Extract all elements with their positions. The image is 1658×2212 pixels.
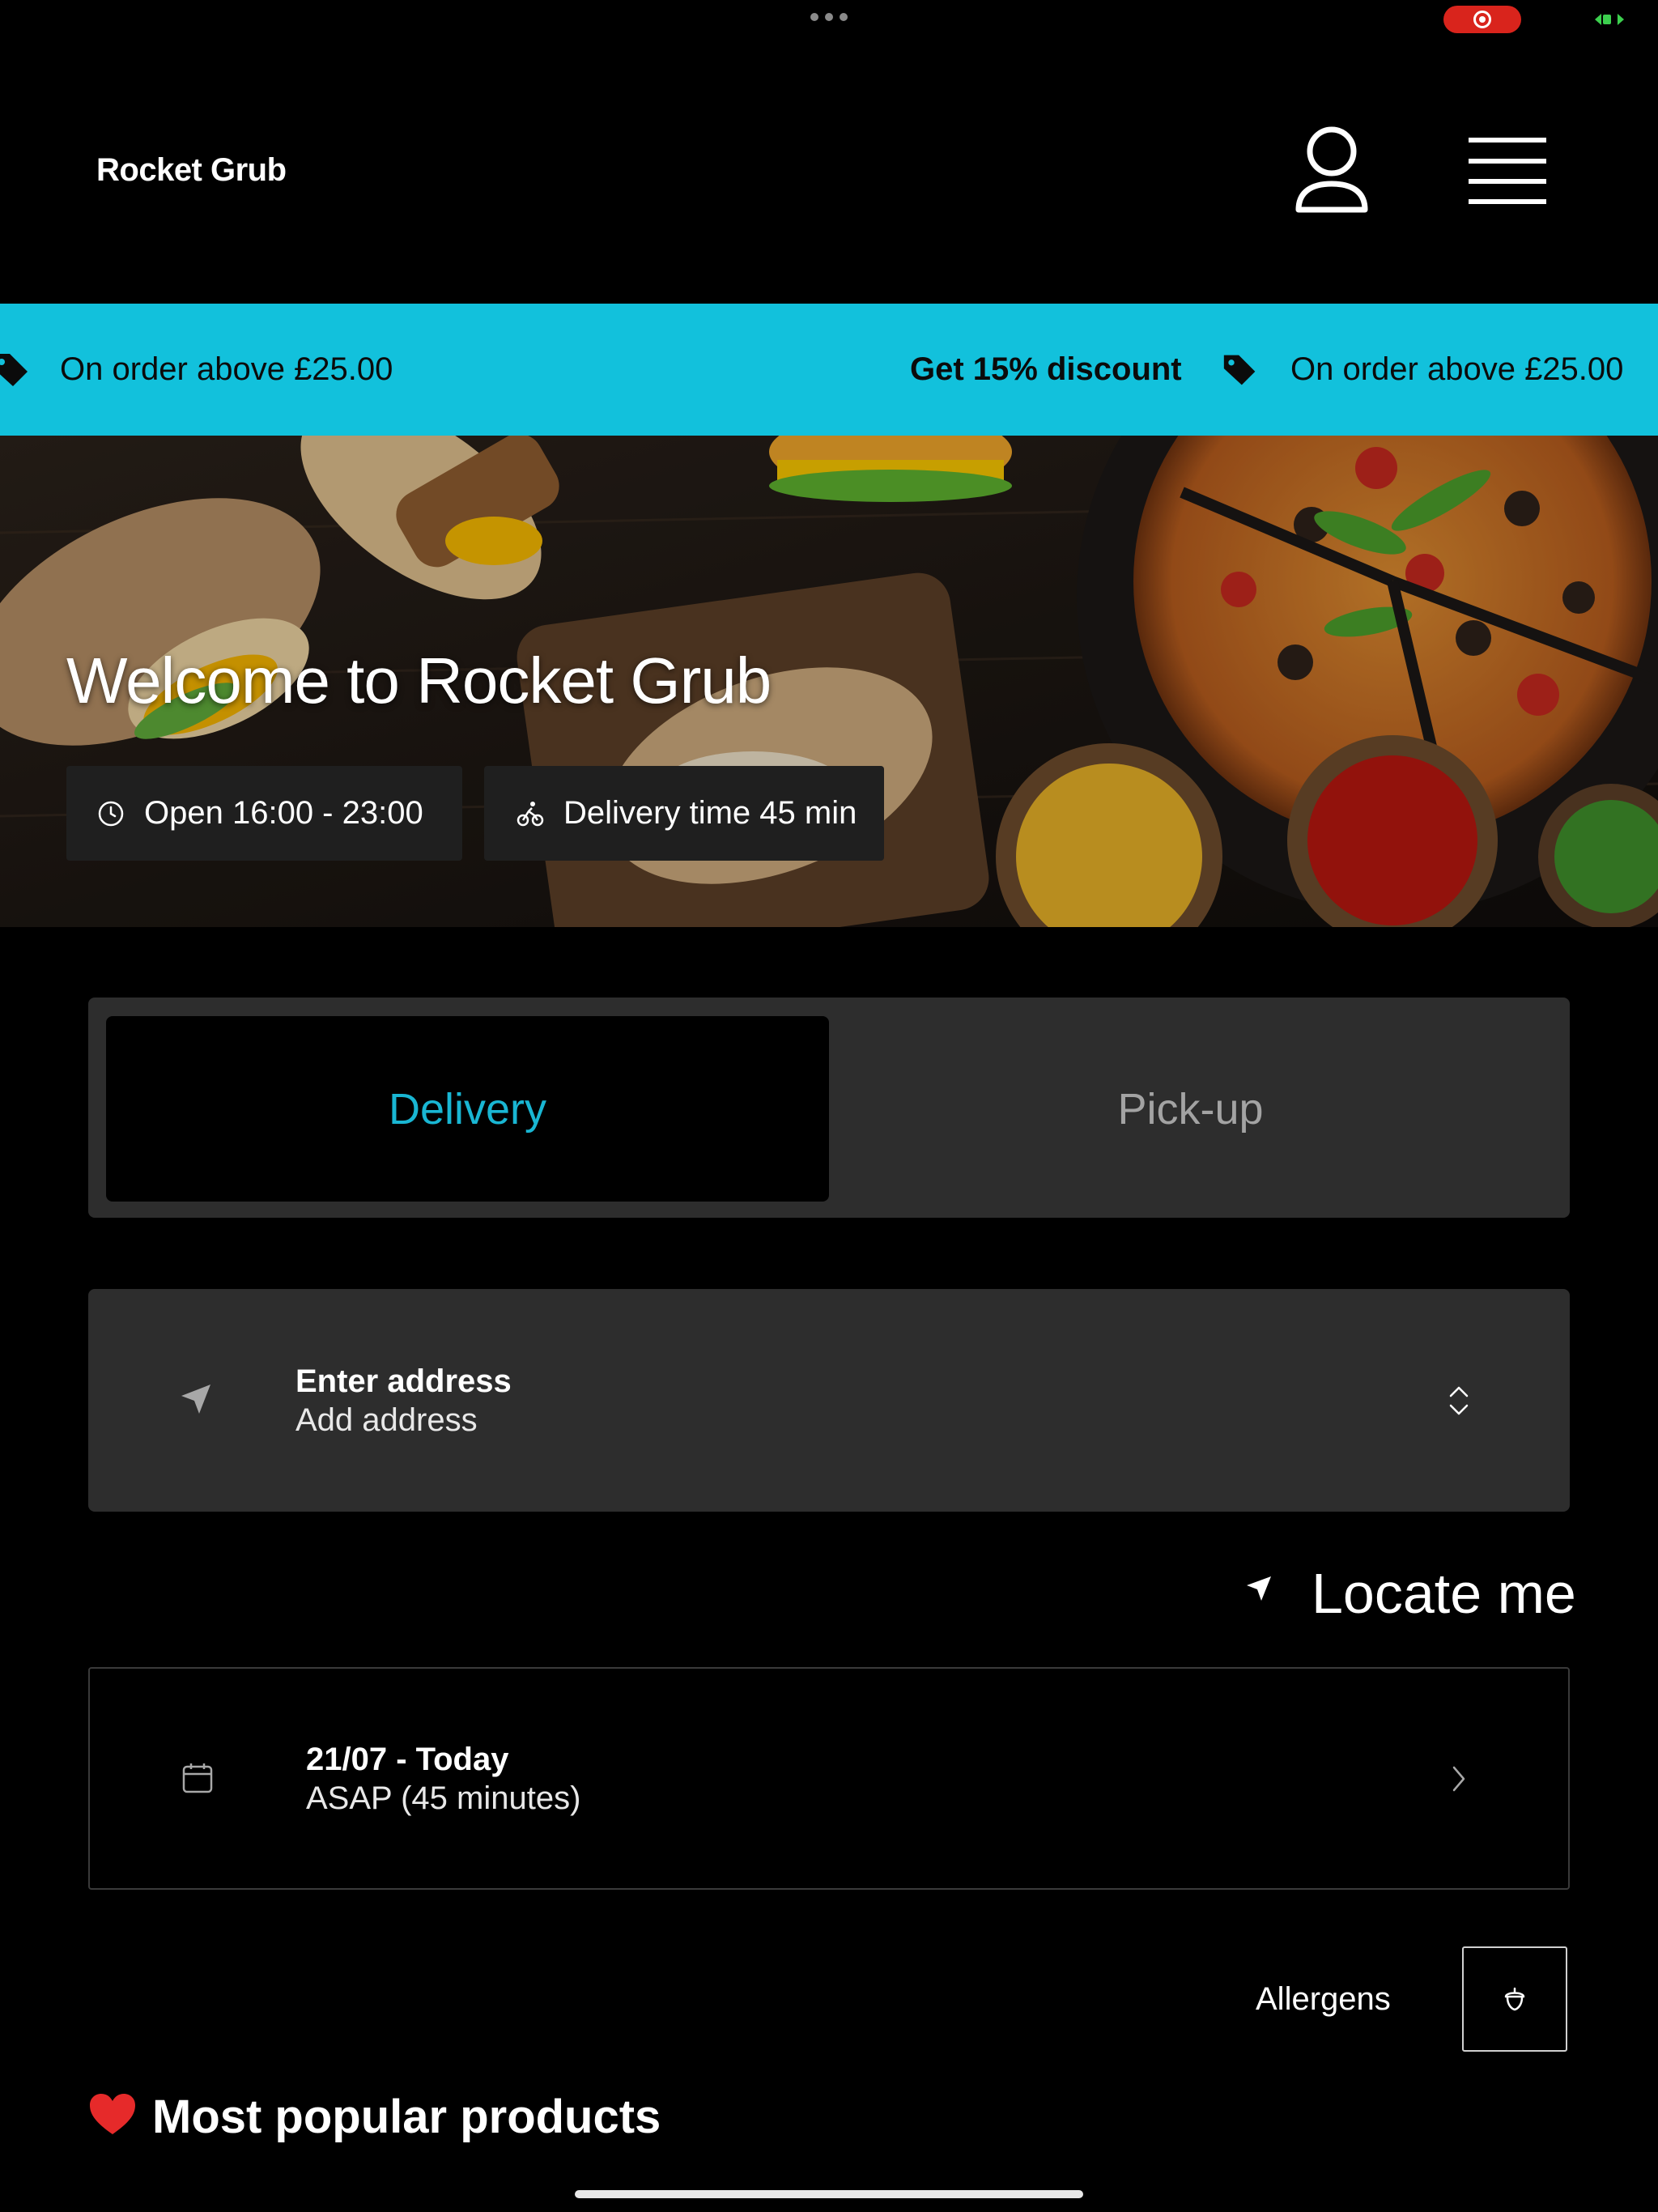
tab-pickup[interactable]: Pick-up	[829, 1016, 1552, 1202]
camera-indicator-icon	[1595, 14, 1624, 25]
promo-banner[interactable]: On order above £25.00 Get 15% discount O…	[0, 304, 1658, 436]
promo-item: Get 15% discount	[910, 304, 1182, 436]
acorn-icon	[1504, 1987, 1525, 2011]
tag-icon	[0, 353, 28, 386]
promo-item: On order above £25.00	[1222, 304, 1623, 436]
schedule-time: ASAP (45 minutes)	[306, 1780, 581, 1816]
address-selector[interactable]	[88, 1289, 1570, 1512]
opening-hours-chip: Open 16:00 - 23:00	[66, 766, 462, 861]
allergens-button[interactable]	[1462, 1946, 1567, 2052]
clock-icon	[98, 801, 124, 826]
hero-title: Welcome to Rocket Grub	[66, 644, 772, 717]
location-arrow-icon[interactable]	[1245, 1575, 1273, 1602]
promo-text: On order above £25.00	[60, 351, 393, 387]
location-arrow-icon	[181, 1385, 210, 1414]
brand-name[interactable]: Rocket Grub	[96, 152, 287, 189]
calendar-icon	[182, 1763, 213, 1793]
promo-item: On order above £25.00	[0, 304, 393, 436]
screen-recording-indicator	[1443, 6, 1521, 33]
address-subtitle: Add address	[295, 1402, 478, 1438]
delivery-time-text: Delivery time 45 min	[563, 795, 857, 831]
bicycle-icon	[517, 801, 544, 826]
tab-delivery[interactable]: Delivery	[106, 1016, 829, 1202]
schedule-date: 21/07 - Today	[306, 1742, 509, 1777]
delivery-time-chip: Delivery time 45 min	[484, 766, 884, 861]
schedule-selector[interactable]	[88, 1667, 1570, 1890]
promo-text: Get 15% discount	[910, 351, 1182, 387]
promo-text: On order above £25.00	[1290, 351, 1624, 387]
heart-icon	[90, 2094, 135, 2134]
home-indicator[interactable]	[575, 2190, 1083, 2198]
locate-me-button[interactable]: Locate me	[1312, 1561, 1576, 1626]
allergens-label: Allergens	[1256, 1981, 1391, 2017]
chevron-up-down-icon	[1449, 1386, 1469, 1415]
user-icon[interactable]	[1294, 125, 1370, 215]
opening-hours-text: Open 16:00 - 23:00	[144, 795, 423, 831]
section-title-popular: Most popular products	[152, 2091, 661, 2143]
multitasking-dots[interactable]	[810, 13, 848, 21]
hamburger-menu-icon[interactable]	[1467, 136, 1548, 206]
chevron-right-icon	[1452, 1766, 1465, 1792]
address-title: Enter address	[295, 1363, 512, 1399]
tag-icon	[1223, 355, 1256, 385]
